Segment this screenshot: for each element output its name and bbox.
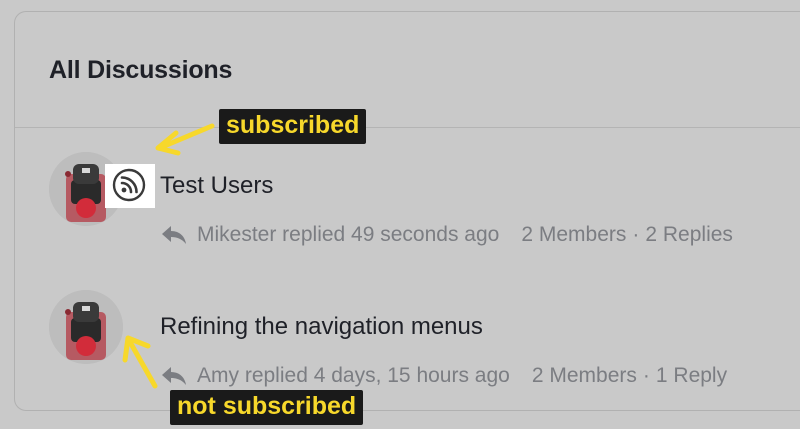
last-reply-text: Amy replied 4 days, 15 hours ago bbox=[197, 364, 510, 387]
subscribed-indicator bbox=[105, 164, 155, 208]
screenshot-stage: All Discussions Test Users Mikester repl… bbox=[0, 0, 800, 429]
reply-arrow-icon bbox=[162, 367, 186, 385]
subscribed-arrow-icon bbox=[155, 123, 215, 156]
last-reply-text: Mikester replied 49 seconds ago bbox=[197, 223, 500, 246]
panel-header: All Discussions bbox=[15, 12, 800, 128]
discussion-meta: Mikester replied 49 seconds ago 2 Member… bbox=[160, 220, 733, 250]
not-subscribed-arrow-icon bbox=[122, 335, 158, 389]
discussion-title[interactable]: Refining the navigation menus bbox=[160, 313, 483, 341]
meta-separator: · bbox=[642, 364, 650, 387]
not-subscribed-callout-label: not subscribed bbox=[170, 390, 364, 425]
subscribed-callout-label: subscribed bbox=[219, 109, 367, 144]
reply-arrow-icon bbox=[162, 226, 186, 244]
members-count: 2 Members bbox=[521, 223, 627, 246]
rss-feed-icon bbox=[112, 168, 146, 202]
replies-count: 2 Replies bbox=[645, 223, 733, 246]
panel-title: All Discussions bbox=[49, 56, 233, 84]
discussion-meta: Amy replied 4 days, 15 hours ago 2 Membe… bbox=[160, 361, 727, 391]
discussion-title[interactable]: Test Users bbox=[160, 172, 273, 200]
members-count: 2 Members bbox=[531, 364, 637, 387]
replies-count: 1 Reply bbox=[655, 364, 728, 387]
discussion-item[interactable]: Test Users Mikester replied 49 seconds a… bbox=[15, 152, 800, 272]
meta-separator: · bbox=[632, 223, 640, 246]
avatar[interactable] bbox=[49, 290, 123, 364]
